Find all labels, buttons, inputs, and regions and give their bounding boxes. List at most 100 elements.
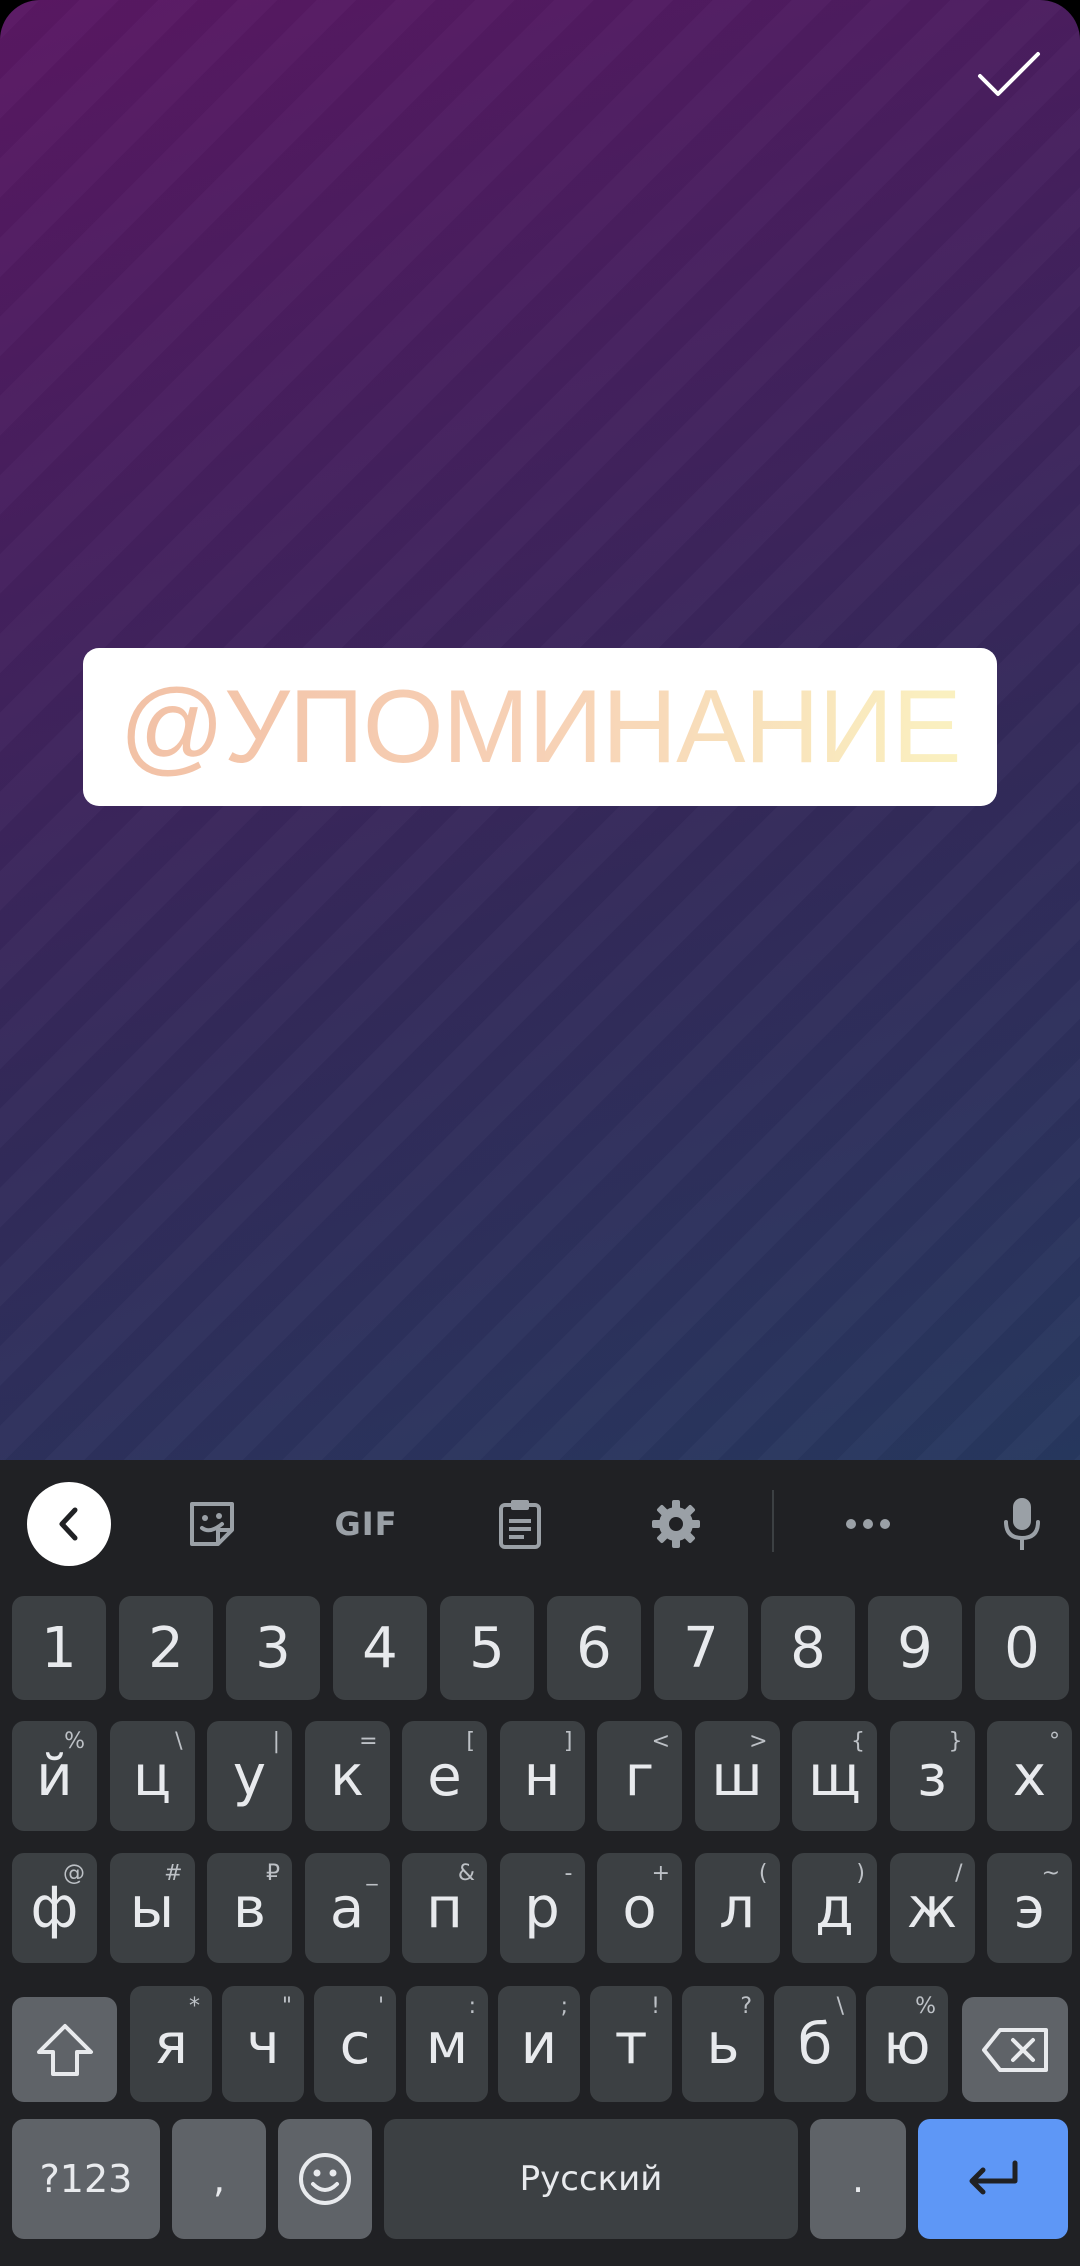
key-ц[interactable]: ц \ bbox=[109, 1721, 195, 1831]
key-в[interactable]: в ₽ bbox=[207, 1853, 292, 1963]
number-key-1[interactable]: 1 bbox=[12, 1596, 106, 1700]
key-hint: } bbox=[948, 1729, 963, 1754]
comma-key-label: , bbox=[212, 2157, 226, 2201]
key-б[interactable]: б \ bbox=[774, 1986, 856, 2102]
number-key-7[interactable]: 7 bbox=[654, 1596, 748, 1700]
story-canvas[interactable]: @УПОМИНАНИЕ bbox=[0, 0, 1080, 1460]
key-label: ц bbox=[132, 1743, 172, 1809]
collapse-toolbar-button[interactable] bbox=[27, 1482, 111, 1566]
key-hint: ; bbox=[560, 1994, 568, 2019]
key-щ[interactable]: щ{ bbox=[792, 1721, 877, 1831]
period-key[interactable]: . bbox=[810, 2119, 906, 2239]
key-label: э bbox=[1014, 1875, 1045, 1941]
number-key-4[interactable]: 4 bbox=[333, 1596, 427, 1700]
key-hint: ₽ bbox=[266, 1861, 280, 1886]
enter-key[interactable] bbox=[918, 2119, 1068, 2239]
comma-key[interactable]: , bbox=[172, 2119, 266, 2239]
voice-input-button[interactable] bbox=[980, 1482, 1064, 1566]
key-hint: [ bbox=[466, 1729, 475, 1754]
number-key-5[interactable]: 5 bbox=[440, 1596, 534, 1700]
key-о[interactable]: о + bbox=[597, 1853, 682, 1963]
keyboard: GIF 1 2 3 4 5 6 7 8 9 0 й % ц \ у | к = … bbox=[0, 1460, 1080, 2266]
key-ш[interactable]: ш > bbox=[694, 1721, 780, 1831]
shift-key[interactable] bbox=[12, 1997, 117, 2102]
key-label: е bbox=[427, 1743, 462, 1809]
key-label: р bbox=[524, 1875, 560, 1941]
key-hint: # bbox=[164, 1861, 183, 1886]
key-д[interactable]: д) bbox=[792, 1853, 877, 1963]
space-key[interactable]: Русский bbox=[384, 2119, 798, 2239]
number-key-0[interactable]: 0 bbox=[975, 1596, 1069, 1700]
key-а[interactable]: а _ bbox=[304, 1853, 390, 1963]
sticker-button[interactable] bbox=[170, 1482, 254, 1566]
key-ф[interactable]: ф @ bbox=[12, 1853, 97, 1963]
key-ю[interactable]: ю% bbox=[866, 1986, 948, 2102]
key-х[interactable]: х ° bbox=[987, 1721, 1072, 1831]
key-label: з bbox=[917, 1743, 947, 1809]
mention-sticker[interactable]: @УПОМИНАНИЕ bbox=[83, 648, 997, 806]
key-ч[interactable]: ч " bbox=[222, 1986, 304, 2102]
key-й[interactable]: й% bbox=[12, 1721, 97, 1831]
key-label: и bbox=[520, 2011, 558, 2077]
clipboard-button[interactable] bbox=[478, 1482, 562, 1566]
more-button[interactable] bbox=[826, 1482, 910, 1566]
key-label: ч bbox=[246, 2011, 280, 2077]
key-label: 7 bbox=[683, 1615, 719, 1681]
key-з[interactable]: з} bbox=[889, 1721, 975, 1831]
number-key-2[interactable]: 2 bbox=[119, 1596, 213, 1700]
key-hint: ~ bbox=[1041, 1861, 1060, 1886]
key-label: с bbox=[339, 2011, 371, 2077]
key-hint: & bbox=[457, 1861, 475, 1886]
key-label: я bbox=[154, 2011, 188, 2077]
key-hint: - bbox=[564, 1861, 573, 1886]
key-label: 8 bbox=[790, 1615, 826, 1681]
key-hint: | bbox=[272, 1729, 280, 1754]
key-label: х bbox=[1012, 1743, 1047, 1809]
key-р[interactable]: р- bbox=[499, 1853, 585, 1963]
key-г[interactable]: г < bbox=[597, 1721, 682, 1831]
backspace-key[interactable] bbox=[962, 1997, 1068, 2102]
checkmark-icon bbox=[978, 52, 1040, 96]
key-н[interactable]: н] bbox=[499, 1721, 585, 1831]
key-с[interactable]: с ' bbox=[314, 1986, 396, 2102]
key-hint: ? bbox=[740, 1994, 752, 2019]
key-е[interactable]: е[ bbox=[402, 1721, 487, 1831]
key-hint: % bbox=[915, 1994, 936, 2019]
number-key-9[interactable]: 9 bbox=[868, 1596, 962, 1700]
key-hint: \ bbox=[836, 1994, 844, 2019]
key-ж[interactable]: ж / bbox=[889, 1853, 975, 1963]
chevron-left-icon bbox=[59, 1507, 78, 1541]
number-key-3[interactable]: 3 bbox=[226, 1596, 320, 1700]
key-hint: < bbox=[651, 1729, 670, 1754]
key-л[interactable]: л( bbox=[694, 1853, 780, 1963]
key-label: 0 bbox=[1004, 1615, 1040, 1681]
key-и[interactable]: и; bbox=[498, 1986, 580, 2102]
key-у[interactable]: у | bbox=[207, 1721, 292, 1831]
key-я[interactable]: я * bbox=[130, 1986, 212, 2102]
emoji-key[interactable] bbox=[278, 2119, 372, 2239]
key-label: ж bbox=[906, 1875, 958, 1941]
number-key-8[interactable]: 8 bbox=[761, 1596, 855, 1700]
key-т[interactable]: т! bbox=[590, 1986, 672, 2102]
done-button[interactable] bbox=[964, 40, 1054, 110]
key-label: в bbox=[232, 1875, 266, 1941]
mention-text[interactable]: @УПОМИНАНИЕ bbox=[119, 668, 961, 787]
backspace-icon bbox=[982, 2027, 1048, 2072]
number-key-6[interactable]: 6 bbox=[547, 1596, 641, 1700]
key-э[interactable]: э ~ bbox=[987, 1853, 1072, 1963]
key-label: 4 bbox=[362, 1615, 398, 1681]
toolbar-divider bbox=[772, 1490, 774, 1552]
keyboard-toolbar: GIF bbox=[0, 1460, 1080, 1576]
gif-button[interactable]: GIF bbox=[324, 1482, 408, 1566]
key-hint: _ bbox=[366, 1861, 378, 1886]
key-ы[interactable]: ы # bbox=[109, 1853, 195, 1963]
key-hint: ° bbox=[1049, 1729, 1060, 1754]
key-к[interactable]: к = bbox=[304, 1721, 390, 1831]
symbols-key[interactable]: ?123 bbox=[12, 2119, 160, 2239]
key-label: 1 bbox=[41, 1615, 77, 1681]
key-м[interactable]: м: bbox=[406, 1986, 488, 2102]
key-hint: \ bbox=[175, 1729, 183, 1754]
key-ь[interactable]: ь? bbox=[682, 1986, 764, 2102]
key-п[interactable]: п & bbox=[402, 1853, 487, 1963]
settings-button[interactable] bbox=[634, 1482, 718, 1566]
